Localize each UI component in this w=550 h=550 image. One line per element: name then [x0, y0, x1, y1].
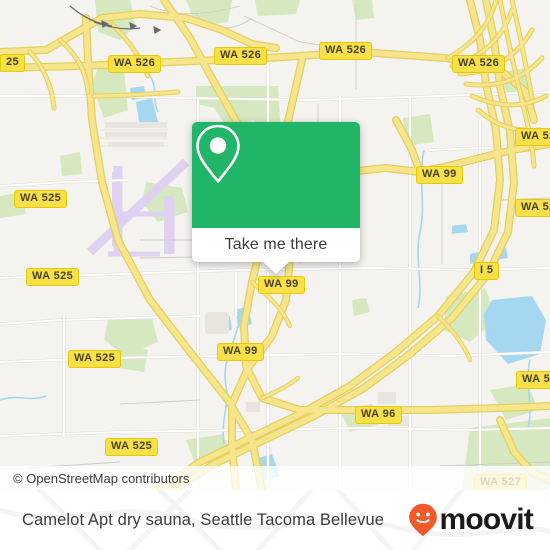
shield-wa-525-b: WA 525 — [26, 268, 80, 286]
shield-wa-526-c: WA 526 — [319, 42, 373, 60]
shield-wa-99-a: WA 99 — [416, 166, 463, 184]
location-callout-card[interactable]: Take me there — [192, 122, 360, 274]
shield-wa-526-a: WA 526 — [108, 55, 162, 73]
osm-attribution-text: © OpenStreetMap contributors — [13, 470, 190, 486]
shield-wa-96: WA 96 — [355, 406, 402, 424]
shield-wa-527-a: WA 52 — [515, 128, 550, 146]
shield-wa-525-c: WA 525 — [68, 350, 122, 368]
moovit-logo[interactable]: moovit — [408, 490, 534, 550]
shield-wa-527-c: WA 52 — [516, 371, 550, 389]
shield-wa-527-b: WA 52 — [515, 199, 550, 217]
callout-pointer — [263, 262, 289, 274]
shield-wa-525-d: WA 525 — [105, 438, 159, 456]
take-me-there-label: Take me there — [224, 236, 328, 253]
shield-wa-99-c: WA 99 — [217, 343, 264, 361]
shield-wa-526-b: WA 526 — [214, 47, 268, 65]
take-me-there-button[interactable]: Take me there — [192, 228, 360, 262]
map-share-card: 25 WA 526 WA 526 WA 526 WA 526 WA 52 WA … — [0, 0, 550, 550]
shield-wa-526-d: WA 526 — [452, 55, 506, 73]
location-caption: Camelot Apt dry sauna, Seattle Tacoma Be… — [22, 510, 385, 529]
moovit-wordmark: moovit — [439, 503, 533, 536]
callout-header — [192, 122, 360, 228]
footer-bar: Camelot Apt dry sauna, Seattle Tacoma Be… — [0, 490, 550, 550]
map-pin-icon — [196, 124, 240, 183]
shield-wa-525-a: WA 525 — [14, 190, 68, 208]
map-attribution-bar: © OpenStreetMap contributors — [0, 466, 550, 490]
shield-wa-525-edge: 25 — [0, 54, 26, 72]
moovit-smiley-pin-icon — [409, 503, 438, 537]
map-canvas[interactable]: 25 WA 526 WA 526 WA 526 WA 526 WA 52 WA … — [0, 0, 550, 490]
shield-i-5: I 5 — [474, 262, 500, 280]
shield-wa-99-b: WA 99 — [258, 276, 305, 294]
